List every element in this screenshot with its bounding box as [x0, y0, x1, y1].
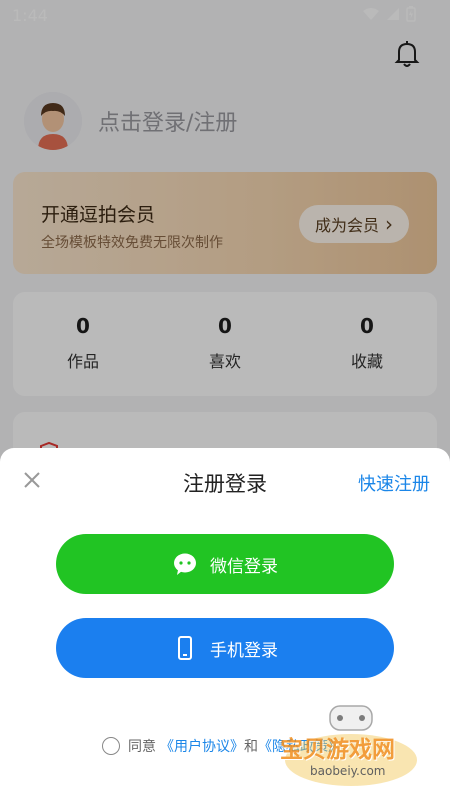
wechat-login-label: 微信登录: [210, 556, 278, 577]
phone-icon: [178, 636, 192, 660]
watermark-url: baobeiy.com: [310, 764, 386, 778]
wechat-icon: [174, 553, 196, 575]
wechat-login-button[interactable]: 微信登录: [56, 534, 394, 594]
user-agreement-link[interactable]: 《用户协议》: [160, 736, 244, 756]
quick-register-link[interactable]: 快速注册: [358, 470, 430, 496]
phone-login-label: 手机登录: [210, 640, 278, 661]
agree-radio[interactable]: [102, 737, 120, 755]
agree-and: 和: [244, 739, 258, 755]
watermark-text: 宝贝游戏网: [280, 737, 395, 763]
watermark: 宝贝游戏网 baobeiy.com: [276, 700, 426, 796]
phone-login-button[interactable]: 手机登录: [56, 618, 394, 678]
agree-prefix: 同意: [128, 739, 156, 755]
